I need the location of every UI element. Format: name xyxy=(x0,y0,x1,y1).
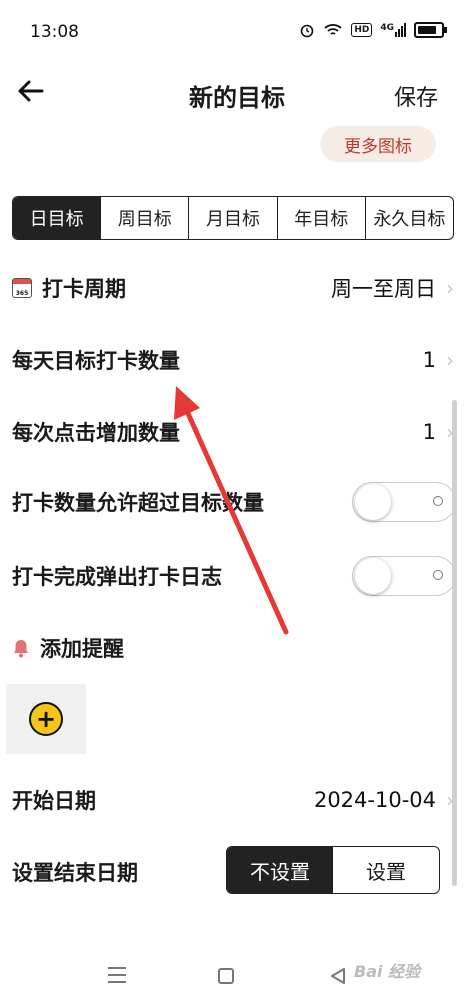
start-date-label: 开始日期 xyxy=(12,789,96,813)
scrollbar[interactable] xyxy=(452,400,457,886)
add-reminder-button[interactable]: + xyxy=(6,684,86,754)
annotation-arrow xyxy=(174,386,289,635)
more-icons-button[interactable]: 更多图标 xyxy=(320,126,436,162)
end-date-option-set[interactable]: 设置 xyxy=(333,847,439,893)
tab-daily-goal[interactable]: 日目标 xyxy=(13,197,102,239)
tab-yearly-goal[interactable]: 年目标 xyxy=(278,197,366,239)
daily-target-row[interactable]: 每天目标打卡数量 1 › xyxy=(12,340,454,380)
cycle-row[interactable]: 365 打卡周期 周一至周日 › xyxy=(12,268,454,308)
nav-home-icon[interactable] xyxy=(218,968,234,984)
increment-value: 1 xyxy=(422,420,436,444)
end-date-selector: 不设置 设置 xyxy=(226,846,440,894)
plus-icon: + xyxy=(29,702,63,736)
status-time: 13:08 xyxy=(30,22,79,42)
tab-weekly-goal[interactable]: 周目标 xyxy=(101,197,190,239)
daily-target-value: 1 xyxy=(422,348,436,372)
bell-icon xyxy=(14,640,28,658)
popup-log-toggle[interactable] xyxy=(352,556,456,596)
end-date-row: 设置结束日期 xyxy=(12,852,224,892)
watermark: Bai 经验 xyxy=(354,962,421,981)
goal-type-tabs: 日目标 周目标 月目标 年目标 永久目标 xyxy=(12,196,454,240)
reminder-label: 添加提醒 xyxy=(40,637,124,661)
allow-exceed-toggle[interactable] xyxy=(352,482,456,522)
battery-icon xyxy=(414,22,447,38)
chevron-right-icon: › xyxy=(446,348,454,372)
network-label: 4G xyxy=(380,23,394,33)
hd-icon: HD xyxy=(351,23,373,37)
start-date-row[interactable]: 开始日期 2024-10-04 › xyxy=(12,780,454,820)
cycle-label: 打卡周期 xyxy=(42,277,126,301)
alarm-icon xyxy=(301,24,314,38)
daily-target-label: 每天目标打卡数量 xyxy=(12,349,180,373)
nav-menu-icon[interactable] xyxy=(108,967,126,983)
tab-permanent-goal[interactable]: 永久目标 xyxy=(366,197,453,239)
end-date-label: 设置结束日期 xyxy=(12,861,138,885)
status-icons: HD 4G xyxy=(299,22,447,38)
end-date-option-none[interactable]: 不设置 xyxy=(227,847,333,893)
wifi-icon xyxy=(324,24,342,35)
signal-icon: 4G xyxy=(380,23,406,37)
nav-back-icon[interactable] xyxy=(328,966,348,986)
save-button[interactable]: 保存 xyxy=(394,80,438,112)
cycle-value: 周一至周日 xyxy=(331,277,436,301)
chevron-right-icon: › xyxy=(446,276,454,300)
calendar-icon: 365 xyxy=(12,278,32,298)
start-date-value: 2024-10-04 xyxy=(313,788,436,812)
tab-monthly-goal[interactable]: 月目标 xyxy=(189,197,278,239)
